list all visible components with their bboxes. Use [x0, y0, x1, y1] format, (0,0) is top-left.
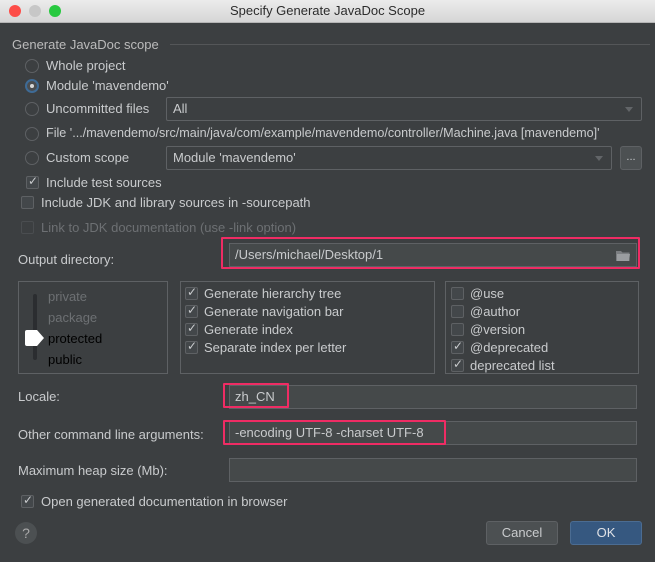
- slider-track[interactable]: [33, 294, 37, 360]
- field-value: /Users/michael/Desktop/1: [235, 247, 384, 262]
- uncommitted-files-combo[interactable]: All: [166, 97, 642, 121]
- radio-button[interactable]: [25, 127, 39, 141]
- chevron-down-icon: [625, 107, 633, 112]
- max-heap-label: Maximum heap size (Mb):: [18, 463, 168, 478]
- checkbox[interactable]: [451, 339, 464, 354]
- chevron-down-icon: [595, 156, 603, 161]
- checkbox[interactable]: [21, 196, 34, 209]
- checkbox-label: Open generated documentation in browser: [41, 494, 288, 509]
- visibility-level-public[interactable]: public: [48, 352, 82, 367]
- output-directory-label: Output directory:: [18, 252, 115, 267]
- checkbox-label: Generate hierarchy tree: [204, 286, 342, 301]
- visibility-panel: private package protected public: [18, 281, 168, 374]
- checkbox-label: Include test sources: [46, 175, 162, 190]
- checkbox-label: @use: [470, 286, 505, 301]
- scope-group-title: Generate JavaDoc scope: [12, 37, 159, 52]
- checkbox-label: deprecated list: [470, 358, 555, 373]
- visibility-level-package[interactable]: package: [48, 310, 97, 325]
- cancel-button[interactable]: Cancel: [486, 521, 558, 545]
- slider-thumb[interactable]: [25, 330, 45, 346]
- radio-label: Module 'mavendemo': [46, 78, 169, 93]
- checkbox[interactable]: [185, 339, 198, 354]
- group-divider: [170, 44, 650, 45]
- folder-icon[interactable]: [616, 250, 630, 261]
- radio-label: File '.../mavendemo/src/main/java/com/ex…: [46, 126, 600, 140]
- checkbox[interactable]: [185, 285, 198, 300]
- checkbox-label: Generate navigation bar: [204, 304, 344, 319]
- custom-scope-combo[interactable]: Module 'mavendemo': [166, 146, 612, 170]
- dialog-body: Generate JavaDoc scope Whole project Mod…: [0, 23, 655, 562]
- checkbox-label: @version: [470, 322, 526, 337]
- checkbox[interactable]: [26, 174, 39, 189]
- checkbox[interactable]: [451, 323, 464, 336]
- checkbox[interactable]: [451, 357, 464, 372]
- checkbox[interactable]: [451, 305, 464, 318]
- radio-button[interactable]: [25, 59, 39, 73]
- checkbox-label: Separate index per letter: [204, 340, 347, 355]
- checkbox[interactable]: [21, 493, 34, 508]
- checkbox-label: @deprecated: [470, 340, 549, 355]
- checkbox[interactable]: [451, 287, 464, 300]
- tag-options-panel: @use @author @version @deprecated deprec…: [445, 281, 639, 374]
- window-title: Specify Generate JavaDoc Scope: [229, 3, 426, 18]
- other-args-label: Other command line arguments:: [18, 427, 204, 442]
- ok-button[interactable]: OK: [570, 521, 642, 545]
- combo-value: Module 'mavendemo': [173, 150, 296, 165]
- checkbox-label: Link to JDK documentation (use -link opt…: [41, 220, 297, 235]
- radio-button[interactable]: [25, 151, 39, 165]
- locale-label: Locale:: [18, 389, 60, 404]
- output-directory-field[interactable]: /Users/michael/Desktop/1: [229, 243, 637, 267]
- max-heap-field[interactable]: [229, 458, 637, 482]
- visibility-level-protected[interactable]: protected: [48, 331, 102, 346]
- highlight-box: [223, 420, 446, 445]
- locale-field[interactable]: zh_CN: [229, 385, 637, 409]
- checkbox-label: Include JDK and library sources in -sour…: [41, 195, 311, 210]
- radio-label: Whole project: [46, 58, 126, 73]
- radio-button-selected[interactable]: [25, 79, 39, 93]
- generate-options-panel: Generate hierarchy tree Generate navigat…: [180, 281, 435, 374]
- checkbox-disabled[interactable]: [21, 221, 34, 234]
- checkbox-label: Generate index: [204, 322, 293, 337]
- browse-scope-button[interactable]: ...: [620, 146, 642, 170]
- highlight-box: [223, 383, 289, 408]
- radio-label: Uncommitted files: [46, 101, 150, 116]
- visibility-level-private[interactable]: private: [48, 289, 87, 304]
- checkbox[interactable]: [185, 303, 198, 318]
- radio-label: Custom scope: [46, 150, 130, 165]
- help-button[interactable]: ?: [15, 522, 37, 544]
- combo-value: All: [173, 101, 188, 116]
- radio-button[interactable]: [25, 102, 39, 116]
- checkbox-label: @author: [470, 304, 521, 319]
- title-bar: Specify Generate JavaDoc Scope: [0, 0, 655, 23]
- checkbox[interactable]: [185, 321, 198, 336]
